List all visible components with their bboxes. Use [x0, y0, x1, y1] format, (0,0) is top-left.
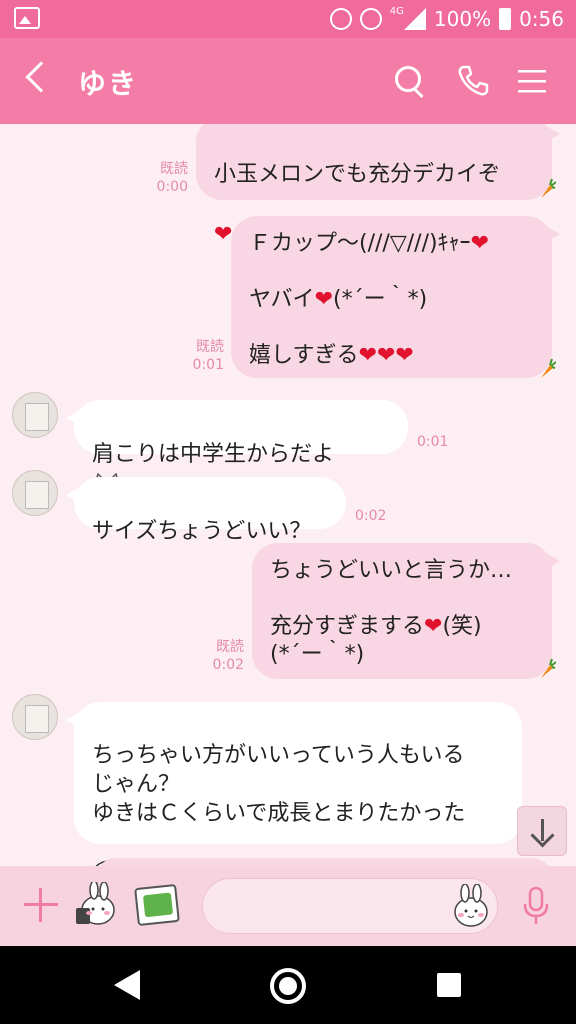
emoji-icon[interactable]	[450, 884, 492, 928]
message-text: ちっちゃい方がいいっていう人もいる じゃん？ ゆきはＣくらいで成長とまりたかった	[92, 743, 466, 826]
heart-emoji: ❤	[314, 287, 333, 312]
sticker-icon[interactable]	[74, 882, 118, 928]
message-text: 嬉しすぎる	[249, 343, 359, 368]
message-bubble-out[interactable]: Ｆカップ〜(///▽///)ｷｬｰ❤ ヤバイ❤(*´ー｀*) 嬉しすぎる❤❤❤	[231, 216, 560, 378]
read-label: 既読	[216, 639, 244, 655]
chat-title: ゆき	[78, 67, 139, 100]
message-text: ヤバイ	[249, 287, 315, 312]
menu-icon[interactable]	[515, 64, 549, 98]
message-time: 0:01	[192, 357, 224, 373]
alarm-icon	[359, 8, 382, 30]
read-receipt: 既読 0:02	[206, 638, 244, 674]
carrot-sticker-icon	[541, 358, 556, 378]
chat-header: ゆき	[0, 38, 576, 124]
message-bubble-in[interactable]: 肩こりは中学生からだよ	[66, 400, 408, 497]
message-text: Ｆカップ〜(///▽///)ｷｬｰ	[249, 231, 471, 256]
message-text: 小玉メロンでも充分デカイぞ	[214, 162, 501, 187]
clock: 0:56	[519, 7, 564, 31]
message-bubble-out[interactable]	[96, 858, 552, 866]
nav-home-icon[interactable]	[270, 968, 306, 1004]
message-bubble-in[interactable]: ちっちゃい方がいいっていう人もいる じゃん？ ゆきはＣくらいで成長とまりたかった	[66, 702, 522, 866]
battery-percent: 100%	[433, 7, 492, 31]
message-bubble-in[interactable]: サイズちょうどいい？	[66, 477, 346, 544]
message-text: サイズちょうどいい？	[92, 519, 312, 544]
back-icon[interactable]	[25, 61, 57, 93]
message-time: 0:02	[355, 508, 387, 524]
heart-emoji: ❤	[214, 222, 233, 247]
status-bar: 4G 100% 0:56	[0, 0, 576, 38]
search-icon[interactable]	[393, 64, 427, 98]
system-nav-bar	[0, 946, 576, 1024]
plus-icon[interactable]	[24, 888, 58, 922]
signal-icon	[403, 8, 426, 30]
network-type: 4G	[389, 5, 404, 17]
data-saver-icon	[329, 8, 352, 30]
nav-recents-icon[interactable]	[437, 973, 461, 997]
message-time: 0:01	[417, 434, 449, 450]
message-text: 充分すぎまする	[270, 614, 425, 639]
avatar[interactable]	[12, 694, 58, 740]
heart-emoji: ❤	[470, 231, 489, 256]
message-time: 0:00	[156, 179, 188, 195]
read-label: 既読	[196, 339, 224, 355]
read-receipt: 既読 0:00	[150, 160, 188, 196]
carrot-sticker-icon	[541, 178, 556, 198]
status-icons: 4G 100% 0:56	[329, 5, 564, 32]
scroll-down-icon[interactable]	[517, 806, 567, 856]
mic-icon[interactable]	[522, 886, 550, 926]
phone-icon[interactable]	[456, 64, 490, 98]
message-text: 肩こりは中学生からだよ	[92, 442, 335, 467]
face-emoji-row	[92, 828, 504, 866]
message-time: 0:02	[212, 657, 244, 673]
message-text: ちょうどいいと言うか…	[270, 558, 513, 583]
photo-icon[interactable]	[134, 883, 180, 927]
kaomoji-text: (*´ー｀*)	[333, 287, 428, 312]
heart-emoji: ❤	[424, 614, 443, 639]
nav-back-icon[interactable]	[114, 970, 140, 1000]
heart-emoji: ❤❤❤	[358, 343, 414, 368]
avatar[interactable]	[12, 392, 58, 438]
read-label: 既読	[160, 161, 188, 177]
message-list[interactable]: 既読 0:00 小玉メロンでも充分デカイぞ ❤ 既読 0:01 Ｆカップ〜(//…	[0, 124, 576, 866]
carrot-sticker-icon	[541, 658, 556, 678]
avatar[interactable]	[12, 470, 58, 516]
message-bubble-out[interactable]: 小玉メロンでも充分デカイぞ ❤	[196, 124, 560, 247]
gallery-notification-icon	[14, 7, 40, 29]
read-receipt: 既読 0:01	[186, 338, 224, 374]
battery-icon	[499, 8, 512, 30]
message-bubble-out[interactable]: ちょうどいいと言うか… 充分すぎまする❤(笑) (*´ー｀*)	[252, 543, 560, 679]
input-bar	[0, 866, 576, 946]
message-text: (笑)	[442, 614, 482, 639]
kaomoji-text: (*´ー｀*)	[270, 642, 365, 667]
